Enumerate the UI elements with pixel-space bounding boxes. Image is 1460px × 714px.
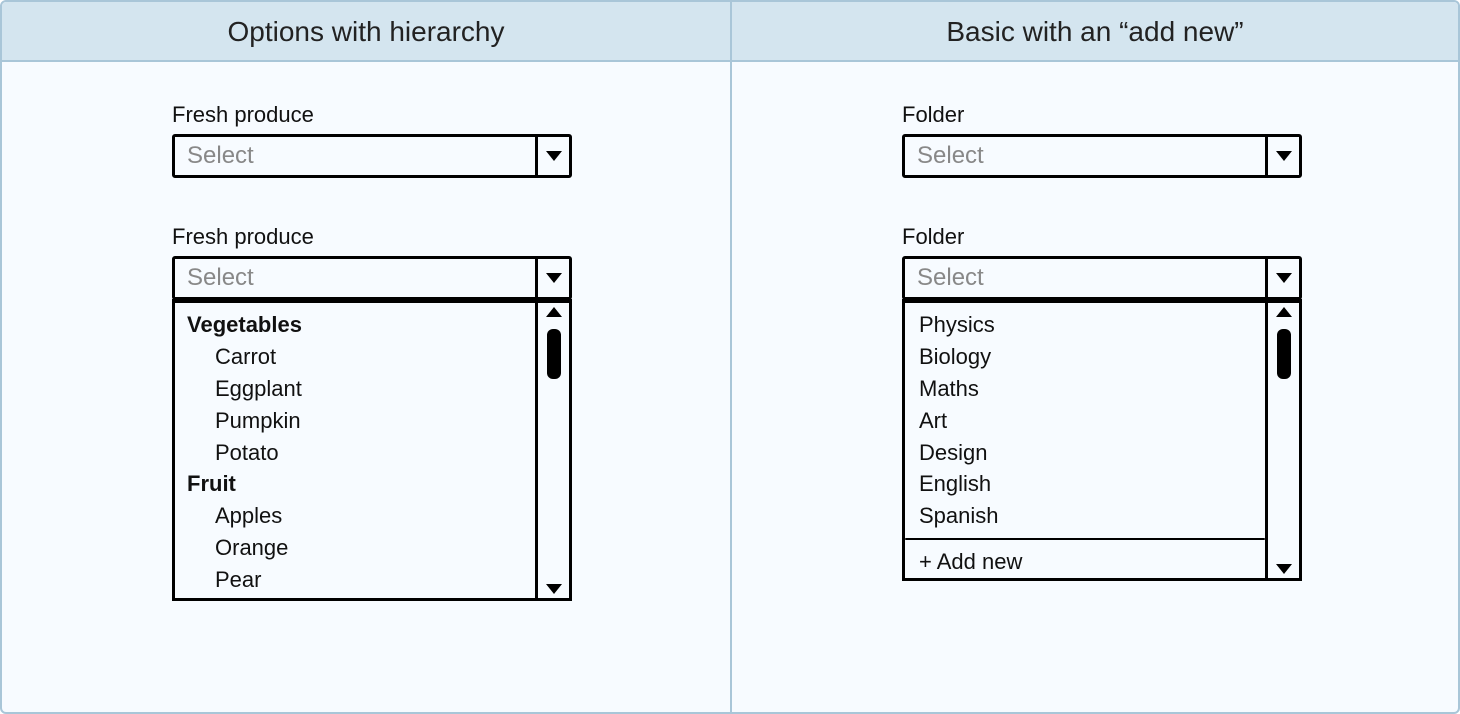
folder-dropdown: Physics Biology Maths Art Design English…	[902, 299, 1302, 581]
option-potato[interactable]: Potato	[187, 437, 525, 469]
scroll-down-icon[interactable]	[1276, 564, 1292, 574]
scroll-up-icon[interactable]	[1276, 307, 1292, 317]
option-carrot[interactable]: Carrot	[187, 341, 525, 373]
folder-select-open-caret[interactable]	[1265, 259, 1299, 297]
option-eggplant[interactable]: Eggplant	[187, 373, 525, 405]
folder-select-open-value: Select	[905, 259, 1265, 297]
panel-addnew-title: Basic with an “add new”	[732, 2, 1458, 62]
produce-dropdown-list: Vegetables Carrot Eggplant Pumpkin Potat…	[175, 303, 535, 598]
folder-label-open: Folder	[902, 224, 1458, 250]
option-english[interactable]: English	[917, 468, 1255, 500]
option-apples[interactable]: Apples	[187, 500, 525, 532]
chevron-down-icon	[546, 151, 562, 161]
panel-hierarchy: Options with hierarchy Fresh produce Sel…	[2, 2, 730, 712]
produce-select-closed-caret[interactable]	[535, 137, 569, 175]
produce-label-open: Fresh produce	[172, 224, 730, 250]
produce-scrollbar[interactable]	[535, 303, 569, 598]
option-physics[interactable]: Physics	[917, 309, 1255, 341]
panel-addnew: Basic with an “add new” Folder Select Fo…	[730, 2, 1458, 712]
folder-select-open[interactable]: Select	[902, 256, 1302, 300]
option-pear[interactable]: Pear	[187, 564, 525, 596]
produce-select-closed[interactable]: Select	[172, 134, 572, 178]
chevron-down-icon	[1276, 273, 1292, 283]
option-design[interactable]: Design	[917, 437, 1255, 469]
option-spanish[interactable]: Spanish	[917, 500, 1255, 532]
chevron-down-icon	[546, 273, 562, 283]
group-fruit: Fruit	[187, 468, 525, 500]
add-new-option[interactable]: + Add new	[917, 544, 1255, 578]
scroll-up-icon[interactable]	[546, 307, 562, 317]
produce-select-open-caret[interactable]	[535, 259, 569, 297]
produce-select-closed-value: Select	[175, 137, 535, 175]
scroll-thumb[interactable]	[1277, 329, 1291, 379]
option-art[interactable]: Art	[917, 405, 1255, 437]
folder-select-closed[interactable]: Select	[902, 134, 1302, 178]
folder-select-closed-value: Select	[905, 137, 1265, 175]
folder-scrollbar[interactable]	[1265, 303, 1299, 578]
panel-hierarchy-title: Options with hierarchy	[2, 2, 730, 62]
produce-dropdown: Vegetables Carrot Eggplant Pumpkin Potat…	[172, 299, 572, 601]
group-vegetables: Vegetables	[187, 309, 525, 341]
produce-label-closed: Fresh produce	[172, 102, 730, 128]
produce-select-open[interactable]: Select	[172, 256, 572, 300]
addnew-divider	[905, 538, 1265, 540]
scroll-thumb[interactable]	[547, 329, 561, 379]
produce-select-open-value: Select	[175, 259, 535, 297]
option-pumpkin[interactable]: Pumpkin	[187, 405, 525, 437]
folder-select-closed-caret[interactable]	[1265, 137, 1299, 175]
option-biology[interactable]: Biology	[917, 341, 1255, 373]
folder-dropdown-list: Physics Biology Maths Art Design English…	[905, 303, 1265, 578]
option-orange[interactable]: Orange	[187, 532, 525, 564]
scroll-down-icon[interactable]	[546, 584, 562, 594]
chevron-down-icon	[1276, 151, 1292, 161]
option-maths[interactable]: Maths	[917, 373, 1255, 405]
folder-label-closed: Folder	[902, 102, 1458, 128]
